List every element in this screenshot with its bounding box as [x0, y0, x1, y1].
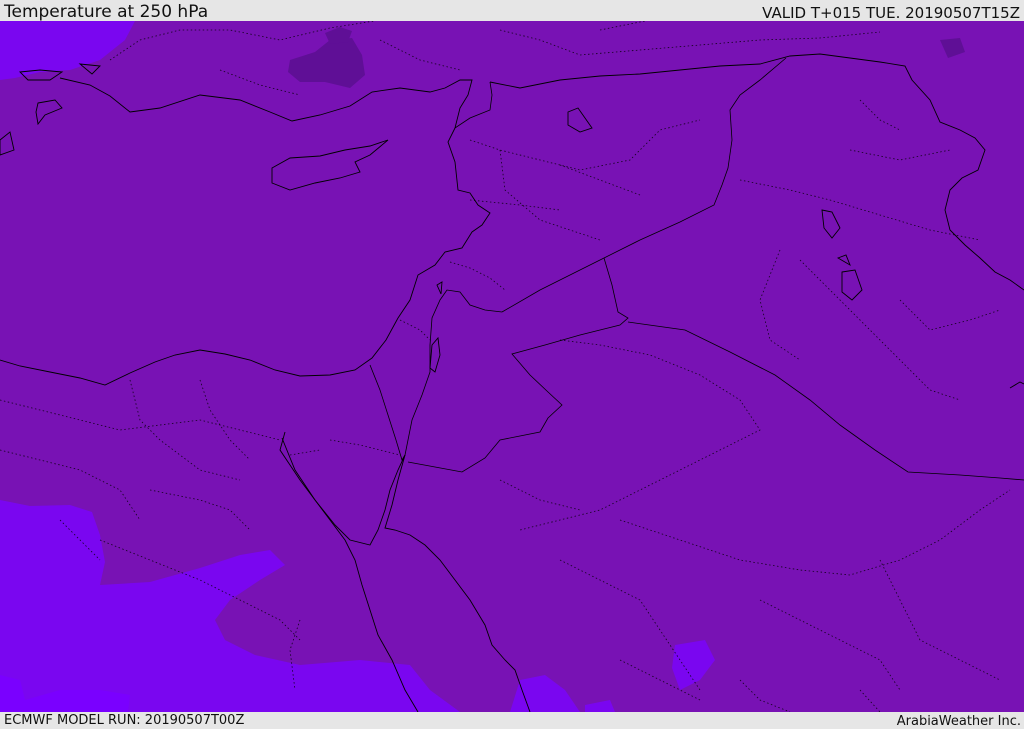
temperature-map	[0, 21, 1024, 712]
valid-time: VALID T+015 TUE. 20190507T15Z	[762, 4, 1020, 22]
credit-label: ArabiaWeather Inc.	[896, 714, 1021, 729]
map-canvas[interactable]	[0, 21, 1024, 712]
header-bar: Temperature at 250 hPa VALID T+015 TUE. …	[0, 0, 1024, 21]
map-title: Temperature at 250 hPa	[4, 2, 209, 22]
footer-bar: ECMWF MODEL RUN: 20190507T00Z ArabiaWeat…	[0, 712, 1024, 729]
model-run-label: ECMWF MODEL RUN: 20190507T00Z	[4, 713, 245, 728]
